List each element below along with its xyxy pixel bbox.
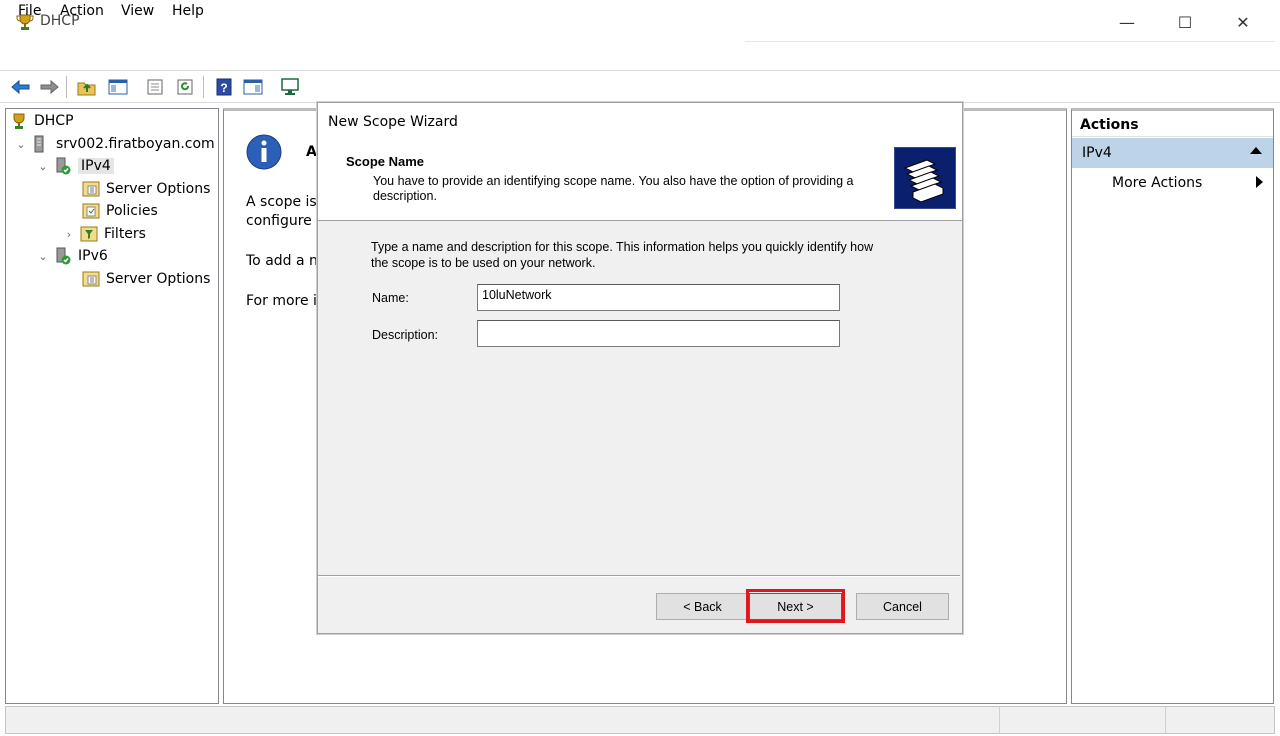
tree-item-label: srv002.firatboyan.com xyxy=(56,136,215,152)
tree-item-ipv6[interactable]: ⌄ IPv6 xyxy=(36,245,108,267)
toolbar-separator xyxy=(66,76,67,98)
tree-item-label: Filters xyxy=(104,226,146,242)
description-label: Description: xyxy=(372,328,438,342)
collapse-caret-icon[interactable] xyxy=(1250,147,1262,154)
show-hide-action-pane-icon[interactable] xyxy=(242,76,264,98)
maximize-button[interactable]: ☐ xyxy=(1156,0,1214,44)
submenu-arrow-icon[interactable] xyxy=(1256,176,1263,188)
dhcp-trophy-icon xyxy=(10,112,28,130)
server-options-icon xyxy=(82,180,100,198)
monitor-icon[interactable] xyxy=(279,76,301,98)
menu-help[interactable]: Help xyxy=(172,3,204,19)
actions-header: Actions xyxy=(1072,113,1273,137)
minimize-button[interactable]: — xyxy=(1098,0,1156,44)
tree-item-label: Policies xyxy=(106,203,158,219)
server-options-icon xyxy=(82,270,100,288)
chevron-down-icon[interactable]: ⌄ xyxy=(36,160,50,173)
details-text: For more in xyxy=(246,293,326,309)
tree-item-server-options[interactable]: Server Options xyxy=(82,178,210,200)
wizard-page-description: You have to provide an identifying scope… xyxy=(373,174,854,203)
chevron-down-icon[interactable]: ⌄ xyxy=(14,138,28,151)
wizard-page-title: Scope Name xyxy=(346,154,425,169)
tree-item-label: Server Options xyxy=(106,181,211,197)
title-separator xyxy=(745,41,1275,42)
ipv4-scope-icon xyxy=(54,157,72,175)
chevron-right-icon[interactable]: › xyxy=(62,228,76,241)
actions-section-ipv4[interactable]: IPv4 xyxy=(1072,138,1273,168)
back-button[interactable]: < Back xyxy=(656,593,749,620)
chevron-down-icon[interactable]: ⌄ xyxy=(36,250,50,263)
back-arrow-icon[interactable] xyxy=(10,76,32,98)
policies-icon xyxy=(82,202,100,220)
cancel-button[interactable]: Cancel xyxy=(856,593,949,620)
wizard-separator xyxy=(318,575,960,577)
name-label: Name: xyxy=(372,291,409,305)
scope-description-input[interactable] xyxy=(477,320,840,347)
forward-arrow-icon[interactable] xyxy=(38,76,60,98)
tree-item-filters[interactable]: › Filters xyxy=(62,223,146,245)
tree-item-dhcp[interactable]: DHCP xyxy=(10,110,74,132)
details-text: To add a ne xyxy=(246,253,327,269)
wizard-instructions: Type a name and description for this sco… xyxy=(371,240,874,270)
export-list-icon[interactable] xyxy=(144,76,166,98)
scope-name-input[interactable]: 10luNetwork xyxy=(477,284,840,311)
menu-bar xyxy=(0,44,1280,68)
wizard-title: New Scope Wizard xyxy=(328,114,458,130)
tree-item-ipv4[interactable]: ⌄ IPv4 xyxy=(36,155,114,177)
status-bar xyxy=(5,706,1275,734)
up-folder-icon[interactable] xyxy=(76,76,98,98)
tree-item-label: IPv6 xyxy=(78,248,108,264)
tree-item-label: Server Options xyxy=(106,271,211,287)
more-actions-link[interactable]: More Actions xyxy=(1112,175,1202,191)
tree-item-label: DHCP xyxy=(34,113,74,129)
close-button[interactable]: ✕ xyxy=(1214,0,1272,44)
filters-icon xyxy=(80,225,98,243)
menu-view[interactable]: View xyxy=(121,3,154,19)
status-divider xyxy=(1165,706,1166,734)
tree-item-label: IPv4 xyxy=(78,158,114,174)
ipv6-scope-icon xyxy=(54,247,72,265)
tree-item-ipv6-server-options[interactable]: Server Options xyxy=(82,268,210,290)
help-icon[interactable]: ? xyxy=(213,76,235,98)
svg-text:?: ? xyxy=(220,81,227,95)
tree-item-policies[interactable]: Policies xyxy=(82,200,158,222)
actions-pane xyxy=(1071,108,1274,704)
refresh-icon[interactable] xyxy=(174,76,196,98)
details-text: configure a xyxy=(246,213,325,229)
folders-graphic-icon xyxy=(894,147,956,209)
show-hide-tree-icon[interactable] xyxy=(107,76,129,98)
next-button-highlight xyxy=(746,589,845,623)
details-heading: A xyxy=(306,144,317,160)
menu-file[interactable]: File xyxy=(18,3,41,19)
server-icon xyxy=(32,135,50,153)
menu-action[interactable]: Action xyxy=(60,3,104,19)
info-icon xyxy=(246,134,282,170)
tree-item-server[interactable]: ⌄ srv002.firatboyan.com xyxy=(14,133,215,155)
toolbar-separator xyxy=(203,76,204,98)
status-divider xyxy=(999,706,1000,734)
